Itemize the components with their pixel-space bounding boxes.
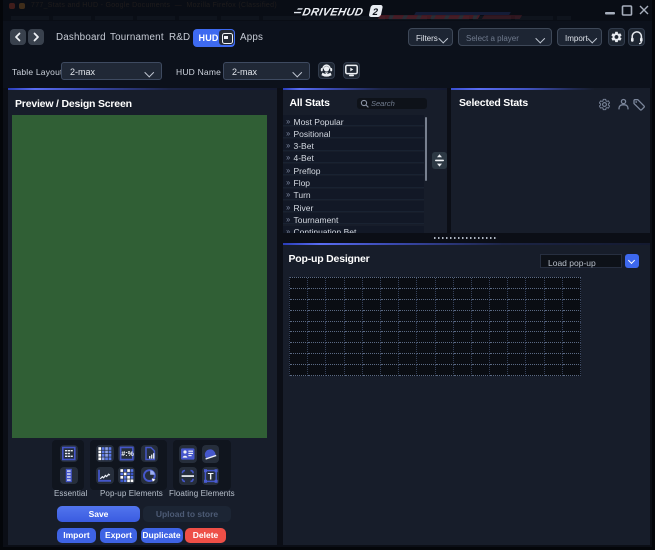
svg-text:#:%: #:% bbox=[121, 451, 134, 458]
svg-text:T: T bbox=[207, 472, 213, 483]
svg-text:DRIVEHUD: DRIVEHUD bbox=[301, 6, 364, 18]
